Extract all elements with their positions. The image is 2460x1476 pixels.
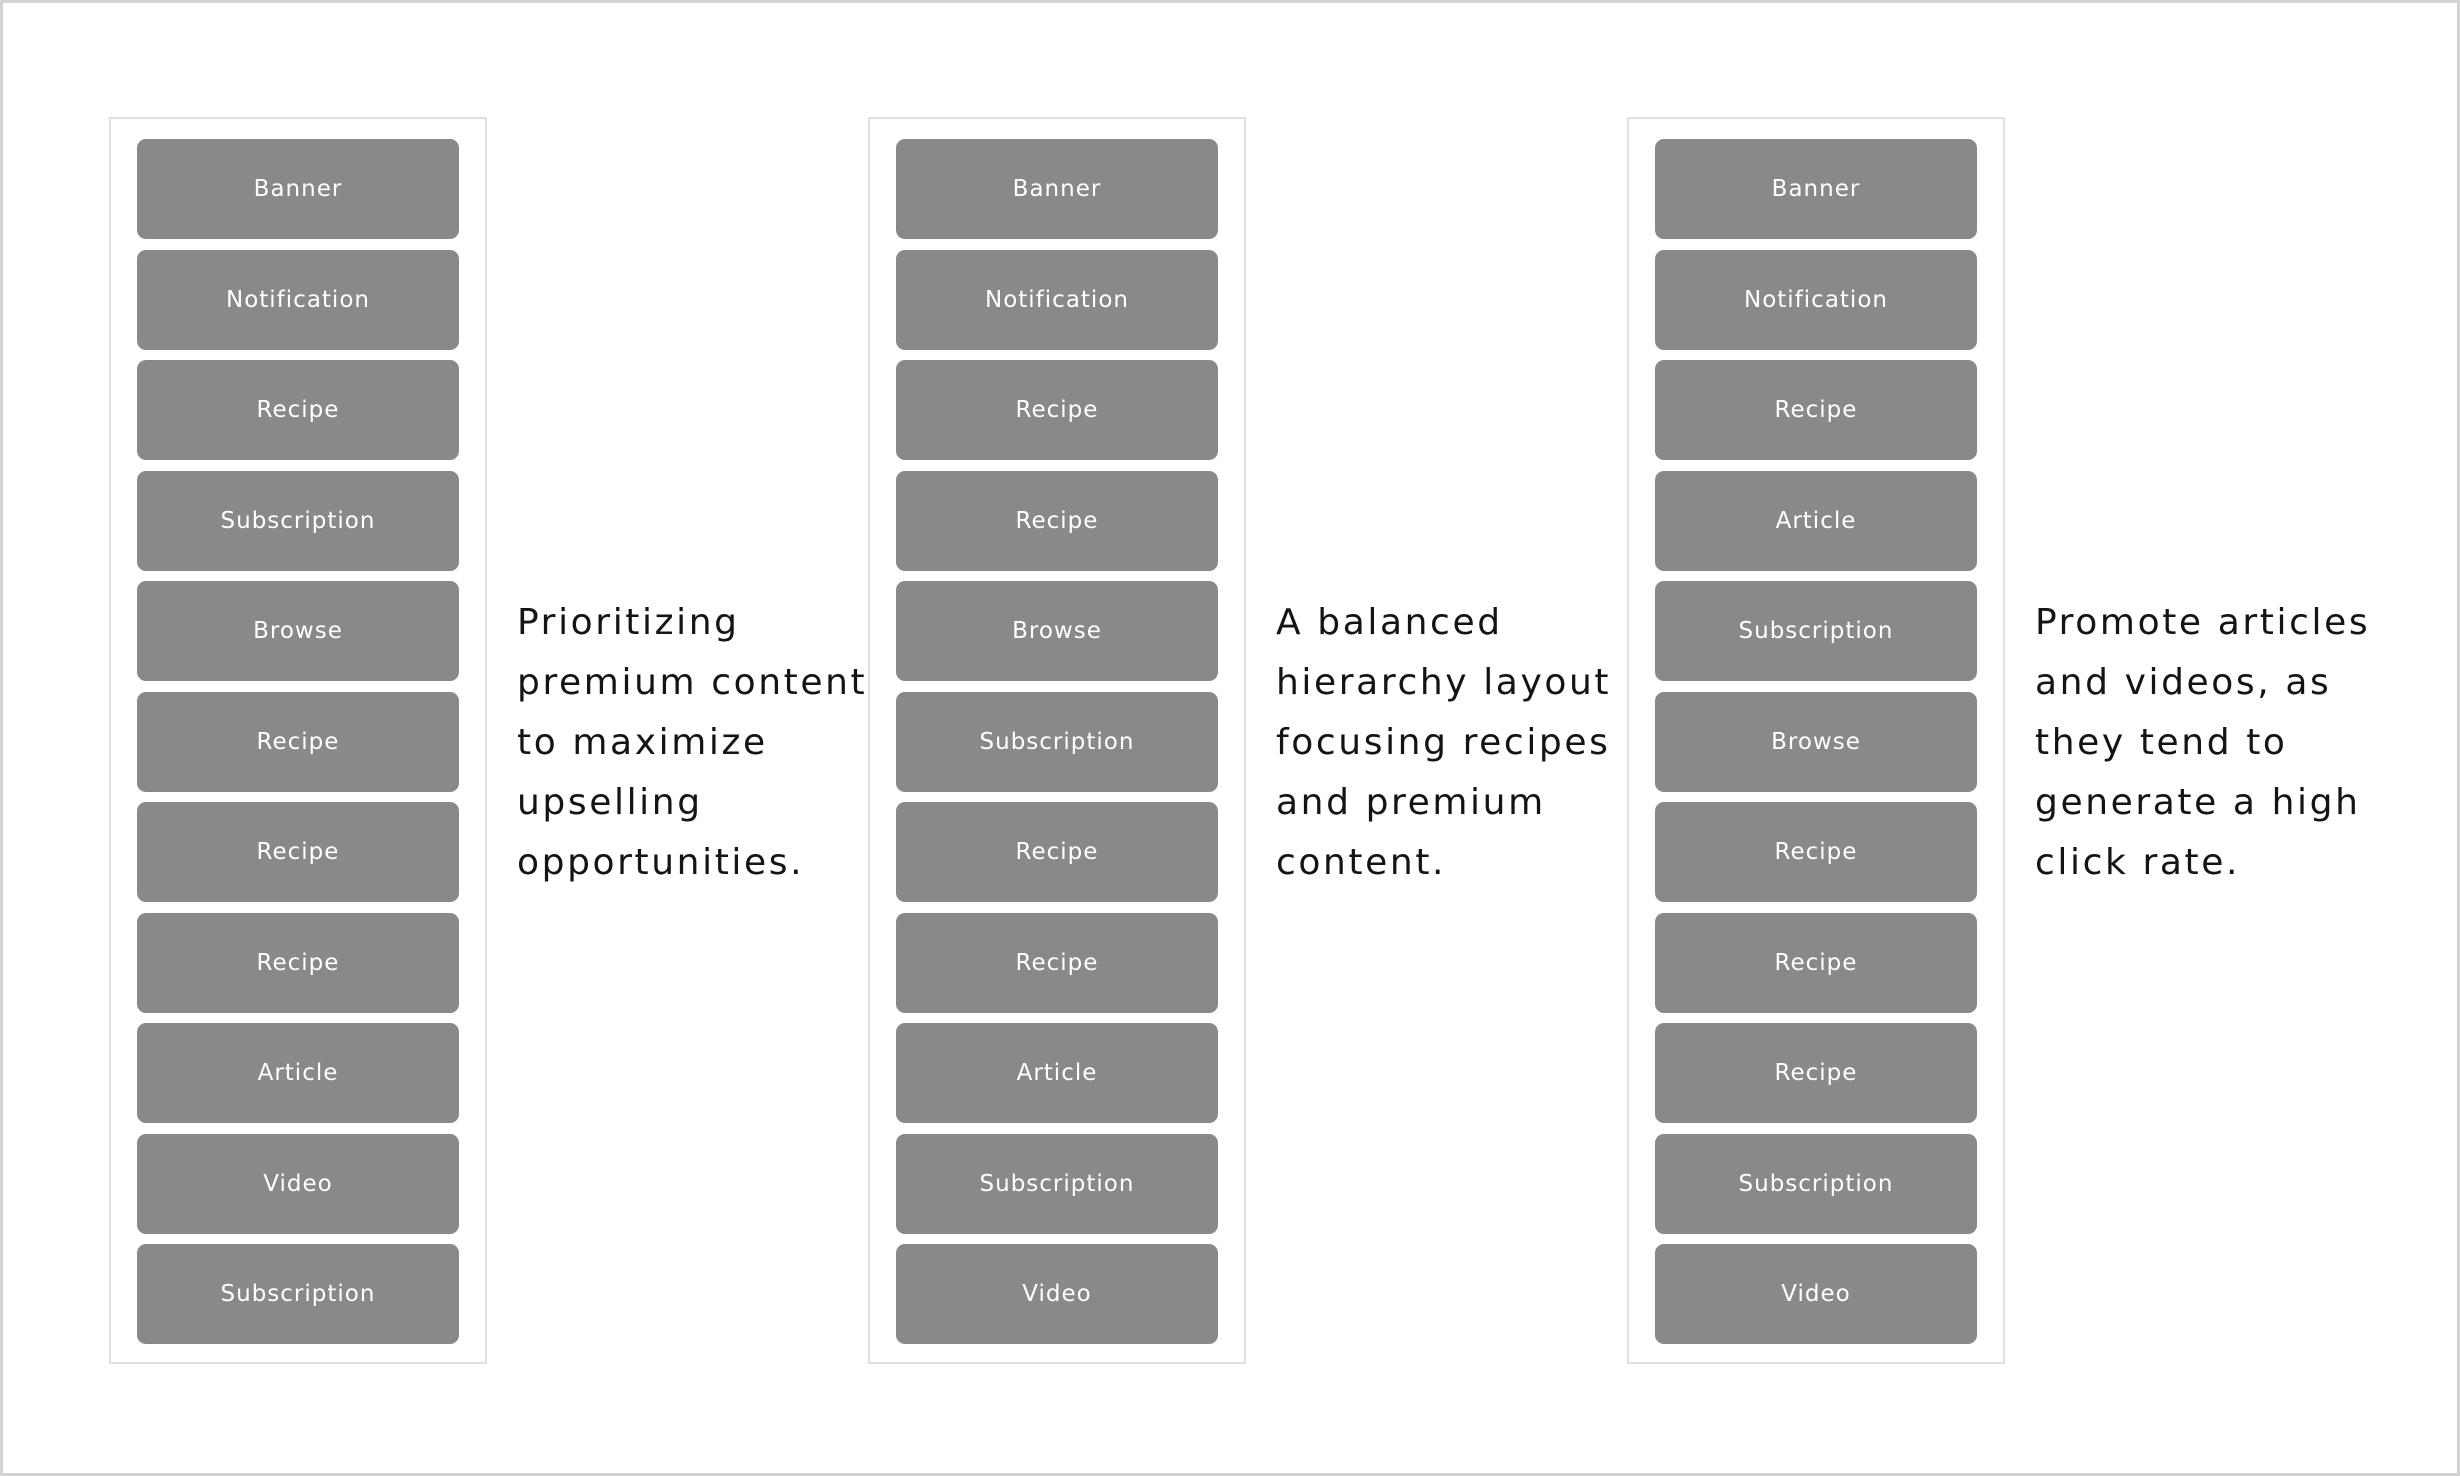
description-line: they tend to xyxy=(2035,722,2288,763)
layout-panel-3: Banner Notification Recipe Article Subscript… xyxy=(1627,117,2005,1364)
layout-block-browse: Browse xyxy=(1655,691,1977,792)
description-line: opportunities. xyxy=(517,842,805,883)
description-line: to maximize xyxy=(517,722,768,763)
layout-panel-2: Banner Notification Recipe Recipe Browse Subs… xyxy=(868,117,1246,1364)
layout-block-subscription: Subscription xyxy=(896,1133,1218,1234)
layout-block-banner: Banner xyxy=(1655,139,1977,239)
layout-block-video: Video xyxy=(896,1244,1218,1344)
description-line: focusing recipes xyxy=(1276,722,1611,763)
layout-block-browse: Browse xyxy=(896,581,1218,681)
description-line: click rate. xyxy=(2035,842,2241,883)
layout-block-recipe: Recipe xyxy=(896,360,1218,460)
description-line: Prioritizing xyxy=(517,602,740,643)
layout-block-article: Article xyxy=(896,1023,1218,1123)
layout-block-recipe: Recipe xyxy=(137,691,459,792)
layout-block-subscription: Subscription xyxy=(1655,1133,1977,1234)
description-line: and videos, as xyxy=(2035,662,2332,703)
layout-block-article: Article xyxy=(1655,470,1977,571)
description-line: Promote articles xyxy=(2035,602,2371,643)
layout-block-banner: Banner xyxy=(896,139,1218,239)
layout-block-subscription: Subscription xyxy=(896,691,1218,792)
layout-block-recipe: Recipe xyxy=(896,912,1218,1013)
description-line: A balanced xyxy=(1276,602,1503,643)
layout-description-1: Prioritizing premium content to maximize up… xyxy=(517,593,917,893)
layout-block-notification: Notification xyxy=(896,249,1218,350)
layout-block-recipe: Recipe xyxy=(1655,1023,1977,1123)
diagram-frame: Banner Notification Recipe Subscription Brow… xyxy=(0,0,2460,1476)
layout-block-notification: Notification xyxy=(137,249,459,350)
layout-block-subscription: Subscription xyxy=(137,470,459,571)
layout-block-notification: Notification xyxy=(1655,249,1977,350)
layout-block-recipe: Recipe xyxy=(1655,802,1977,902)
description-line: generate a high xyxy=(2035,782,2361,823)
layout-block-recipe: Recipe xyxy=(896,470,1218,571)
description-line: hierarchy layout xyxy=(1276,662,1612,703)
layout-block-subscription: Subscription xyxy=(1655,581,1977,681)
layout-block-recipe: Recipe xyxy=(137,912,459,1013)
layout-block-recipe: Recipe xyxy=(1655,912,1977,1013)
layout-block-banner: Banner xyxy=(137,139,459,239)
layout-block-article: Article xyxy=(137,1023,459,1123)
description-line: content. xyxy=(1276,842,1447,883)
layout-block-recipe: Recipe xyxy=(137,360,459,460)
description-line: upselling xyxy=(517,782,703,823)
layout-block-recipe: Recipe xyxy=(896,802,1218,902)
layout-block-recipe: Recipe xyxy=(137,802,459,902)
layout-panel-1: Banner Notification Recipe Subscription Brow… xyxy=(109,117,487,1364)
layout-block-recipe: Recipe xyxy=(1655,360,1977,460)
layout-description-3: Promote articles and videos, as they tend … xyxy=(2035,593,2435,893)
layout-block-video: Video xyxy=(137,1133,459,1234)
layout-block-browse: Browse xyxy=(137,581,459,681)
description-line: and premium xyxy=(1276,782,1546,823)
description-line: premium content xyxy=(517,662,868,703)
layout-block-subscription: Subscription xyxy=(137,1244,459,1344)
layout-block-video: Video xyxy=(1655,1244,1977,1344)
layout-description-2: A balanced hierarchy layout focusing recip… xyxy=(1276,593,1676,893)
